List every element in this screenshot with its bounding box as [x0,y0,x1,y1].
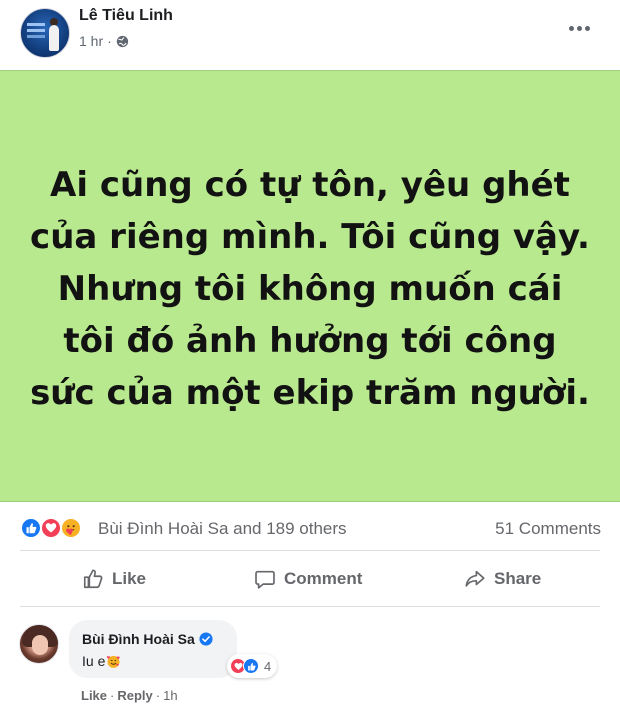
post-time[interactable]: 1 hr [79,33,103,49]
share-label: Share [494,569,542,588]
comment-reply-link[interactable]: Reply [117,688,152,703]
comment-reaction-count: 4 [264,658,272,674]
post-text: Ai cũng có tự tôn, yêu ghét của riêng mì… [30,165,590,413]
globe-icon[interactable] [116,35,129,48]
like-label: Like [112,569,147,588]
like-icon [20,517,42,539]
more-dot [576,25,582,31]
comment-text: Iu e [82,653,106,669]
author-name[interactable]: Lê Tiêu Linh [79,7,173,25]
smiling-face-with-hearts-icon [107,655,121,668]
comment-actions: Like · Reply · 1h [81,688,178,703]
comment-actions-separator: · [155,688,161,703]
comment-author[interactable]: Bùi Đình Hoài Sa [82,631,195,647]
divider [20,606,600,607]
comment-bubble: Bùi Đình Hoài Sa Iu e [69,620,237,678]
like-icon [243,658,259,674]
thumbs-up-icon [83,569,103,589]
comment-button[interactable]: Comment [254,564,362,594]
reactors-summary[interactable]: Bùi Đình Hoài Sa and 189 others [98,519,347,539]
speech-bubble-icon [255,570,275,589]
comment-label: Comment [284,569,363,588]
comments-count-link[interactable]: 51 Comments [495,519,601,539]
avatar-person-body [49,25,59,51]
avatar-face [32,635,48,655]
post-text-image[interactable]: Ai cũng có tự tôn, yêu ghét của riêng mì… [0,70,620,502]
comment-actions-separator: · [110,688,115,703]
divider [20,550,600,551]
comment-text-row: Iu e [82,653,121,669]
post-header: Lê Tiêu Linh 1 hr · [0,0,620,70]
post-meta: 1 hr · [79,33,129,49]
avatar-banner-text [27,23,45,26]
more-dot [584,25,590,31]
commenter-avatar[interactable] [19,624,59,664]
reaction-icons[interactable] [20,517,92,539]
meta-separator: · [107,33,112,49]
post-actions: Like Comment Share [0,556,620,602]
post-card: Lê Tiêu Linh 1 hr · Ai cũng có tự tôn, y… [0,0,620,708]
reactions-bar: Bùi Đình Hoài Sa and 189 others 51 Comme… [0,512,620,544]
comment-reactions[interactable]: 4 [227,654,278,678]
care-icon [60,517,82,539]
comment-time[interactable]: 1h [163,688,177,703]
more-dot [568,25,574,31]
comment-like-link[interactable]: Like [81,688,107,703]
author-avatar[interactable] [20,8,70,58]
like-button[interactable]: Like [82,564,146,594]
share-arrow-icon [465,570,485,587]
comment-author-row: Bùi Đình Hoài Sa [82,631,213,647]
love-icon [40,517,62,539]
more-options-button[interactable] [566,18,592,38]
share-button[interactable]: Share [464,564,541,594]
verified-badge-icon [199,632,213,646]
